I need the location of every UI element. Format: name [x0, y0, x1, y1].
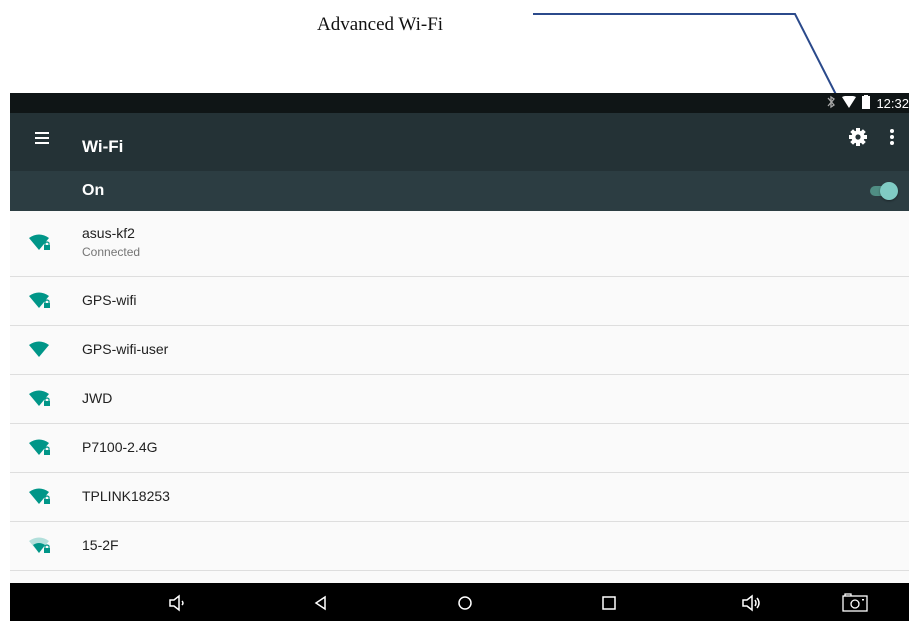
network-status: Connected: [82, 245, 141, 259]
network-row[interactable]: 15-2F: [10, 522, 909, 571]
wifi-toggle-label: On: [82, 182, 105, 199]
network-row[interactable]: asus-kf2 Connected: [10, 211, 909, 277]
wifi-switch[interactable]: [868, 182, 898, 200]
page-title: Wi-Fi: [82, 137, 124, 156]
wifi-lock-icon: [28, 487, 52, 507]
wifi-master-toggle[interactable]: On: [10, 171, 909, 211]
network-name: 15-2F: [82, 537, 119, 553]
recents-icon[interactable]: [598, 592, 620, 614]
network-row[interactable]: P7100-2.4G: [10, 424, 909, 473]
home-icon[interactable]: [454, 592, 476, 614]
network-name: TPLINK18253: [82, 488, 170, 504]
screenshot-icon[interactable]: [842, 592, 868, 614]
network-row[interactable]: GPS-wifi: [10, 277, 909, 326]
network-list: asus-kf2 Connected GPS-wifi GPS-wifi-use…: [10, 211, 909, 571]
navigation-bar: [10, 583, 909, 621]
hamburger-menu-icon[interactable]: [32, 127, 56, 151]
more-vert-icon[interactable]: [884, 125, 900, 149]
network-name: asus-kf2: [82, 225, 135, 241]
volume-up-icon[interactable]: [740, 592, 762, 614]
app-bar: Wi-Fi: [10, 113, 909, 171]
android-screen: 12:32 Wi-Fi On asus-kf2 Connected GPS-wi…: [10, 93, 909, 621]
wifi-lock-icon: [28, 438, 52, 458]
network-name: GPS-wifi: [82, 292, 137, 308]
clock: 12:32: [876, 96, 909, 111]
network-name: GPS-wifi-user: [82, 341, 169, 357]
wifi-icon: [28, 340, 52, 360]
network-row[interactable]: JWD: [10, 375, 909, 424]
switch-thumb: [880, 182, 898, 200]
wifi-lock-icon: [28, 291, 52, 311]
network-name: P7100-2.4G: [82, 439, 158, 455]
wifi-lock-icon: [28, 389, 52, 409]
back-icon[interactable]: [310, 592, 332, 614]
bluetooth-icon: [826, 95, 836, 112]
battery-icon: [862, 95, 871, 112]
network-row[interactable]: TPLINK18253: [10, 473, 909, 522]
volume-down-icon[interactable]: [166, 592, 188, 614]
wifi-status-icon: [842, 95, 857, 111]
network-row[interactable]: GPS-wifi-user: [10, 326, 909, 375]
wifi-weak-lock-icon: [28, 536, 52, 556]
status-bar: 12:32: [10, 93, 909, 113]
gear-icon[interactable]: [846, 125, 870, 149]
wifi-lock-icon: [28, 233, 52, 253]
status-icons: 12:32: [826, 95, 909, 112]
network-name: JWD: [82, 390, 113, 406]
